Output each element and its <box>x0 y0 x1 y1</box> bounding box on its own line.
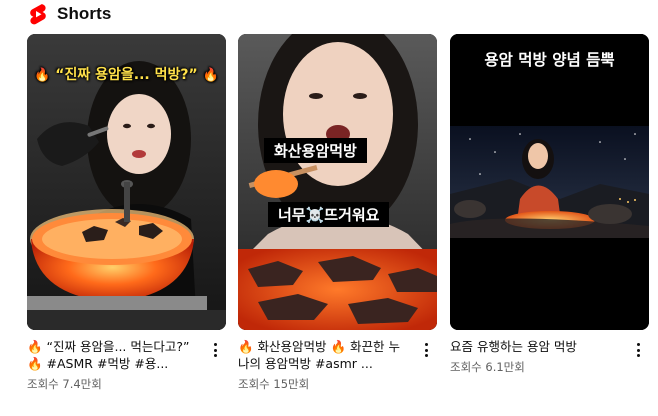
video-title[interactable]: 🔥 “진짜 용암을... 먹는다고?” 🔥 #ASMR #먹방 #용... <box>27 338 199 372</box>
dot-icon <box>636 343 640 346</box>
dot-icon <box>636 354 640 357</box>
short-thumbnail[interactable]: 용암 먹방 양념 듬뿍 <box>450 34 649 330</box>
view-count: 조회수 7.4만회 <box>27 377 102 391</box>
thumbnail-caption: 🔥 “진짜 용암을... 먹방?” 🔥 <box>34 67 219 83</box>
view-count: 조회수 6.1만회 <box>450 360 525 374</box>
section-title: Shorts <box>57 4 112 23</box>
dot-icon <box>213 354 217 357</box>
fire-icon: 🔥 <box>34 68 51 83</box>
short-card[interactable]: 용암 먹방 양념 듬뿍 요즘 유행하는 용암 먹방 조회수 6.1만회 <box>450 34 649 392</box>
dot-icon <box>424 354 428 357</box>
shorts-section-header: Shorts <box>29 2 111 26</box>
dot-icon <box>213 348 217 352</box>
thumbnail-image <box>238 34 437 330</box>
thumbnail-caption: 너무☠️뜨거워요 <box>268 202 390 227</box>
short-card[interactable]: 🔥 “진짜 용암을... 먹방?” 🔥 🔥 “진짜 용암을... 먹는다고?” … <box>27 34 226 392</box>
video-title[interactable]: 요즘 유행하는 용암 먹방 <box>450 338 622 355</box>
thumbnail-caption: 화산용암먹방 <box>264 138 367 163</box>
short-thumbnail[interactable]: 🔥 “진짜 용암을... 먹방?” 🔥 <box>27 34 226 330</box>
fire-icon: 🔥 <box>202 68 219 83</box>
thumbnail-caption: 용암 먹방 양념 듬뿍 <box>484 51 615 69</box>
dot-icon <box>424 343 428 346</box>
view-count: 조회수 15만회 <box>238 377 310 391</box>
dot-icon <box>213 343 217 346</box>
thumbnail-image <box>450 34 649 330</box>
short-card[interactable]: 화산용암먹방 너무☠️뜨거워요 🔥 화산용암먹방 🔥 화끈한 누나의 용암먹방 … <box>238 34 437 392</box>
video-title[interactable]: 🔥 화산용암먹방 🔥 화끈한 누나의 용암먹방 #asmr ... <box>238 338 410 372</box>
more-actions-button[interactable] <box>210 341 220 359</box>
more-actions-button[interactable] <box>633 341 643 359</box>
short-thumbnail[interactable]: 화산용암먹방 너무☠️뜨거워요 <box>238 34 437 330</box>
youtube-shorts-icon <box>30 4 46 25</box>
dot-icon <box>424 348 428 352</box>
dot-icon <box>636 348 640 352</box>
more-actions-button[interactable] <box>421 341 431 359</box>
